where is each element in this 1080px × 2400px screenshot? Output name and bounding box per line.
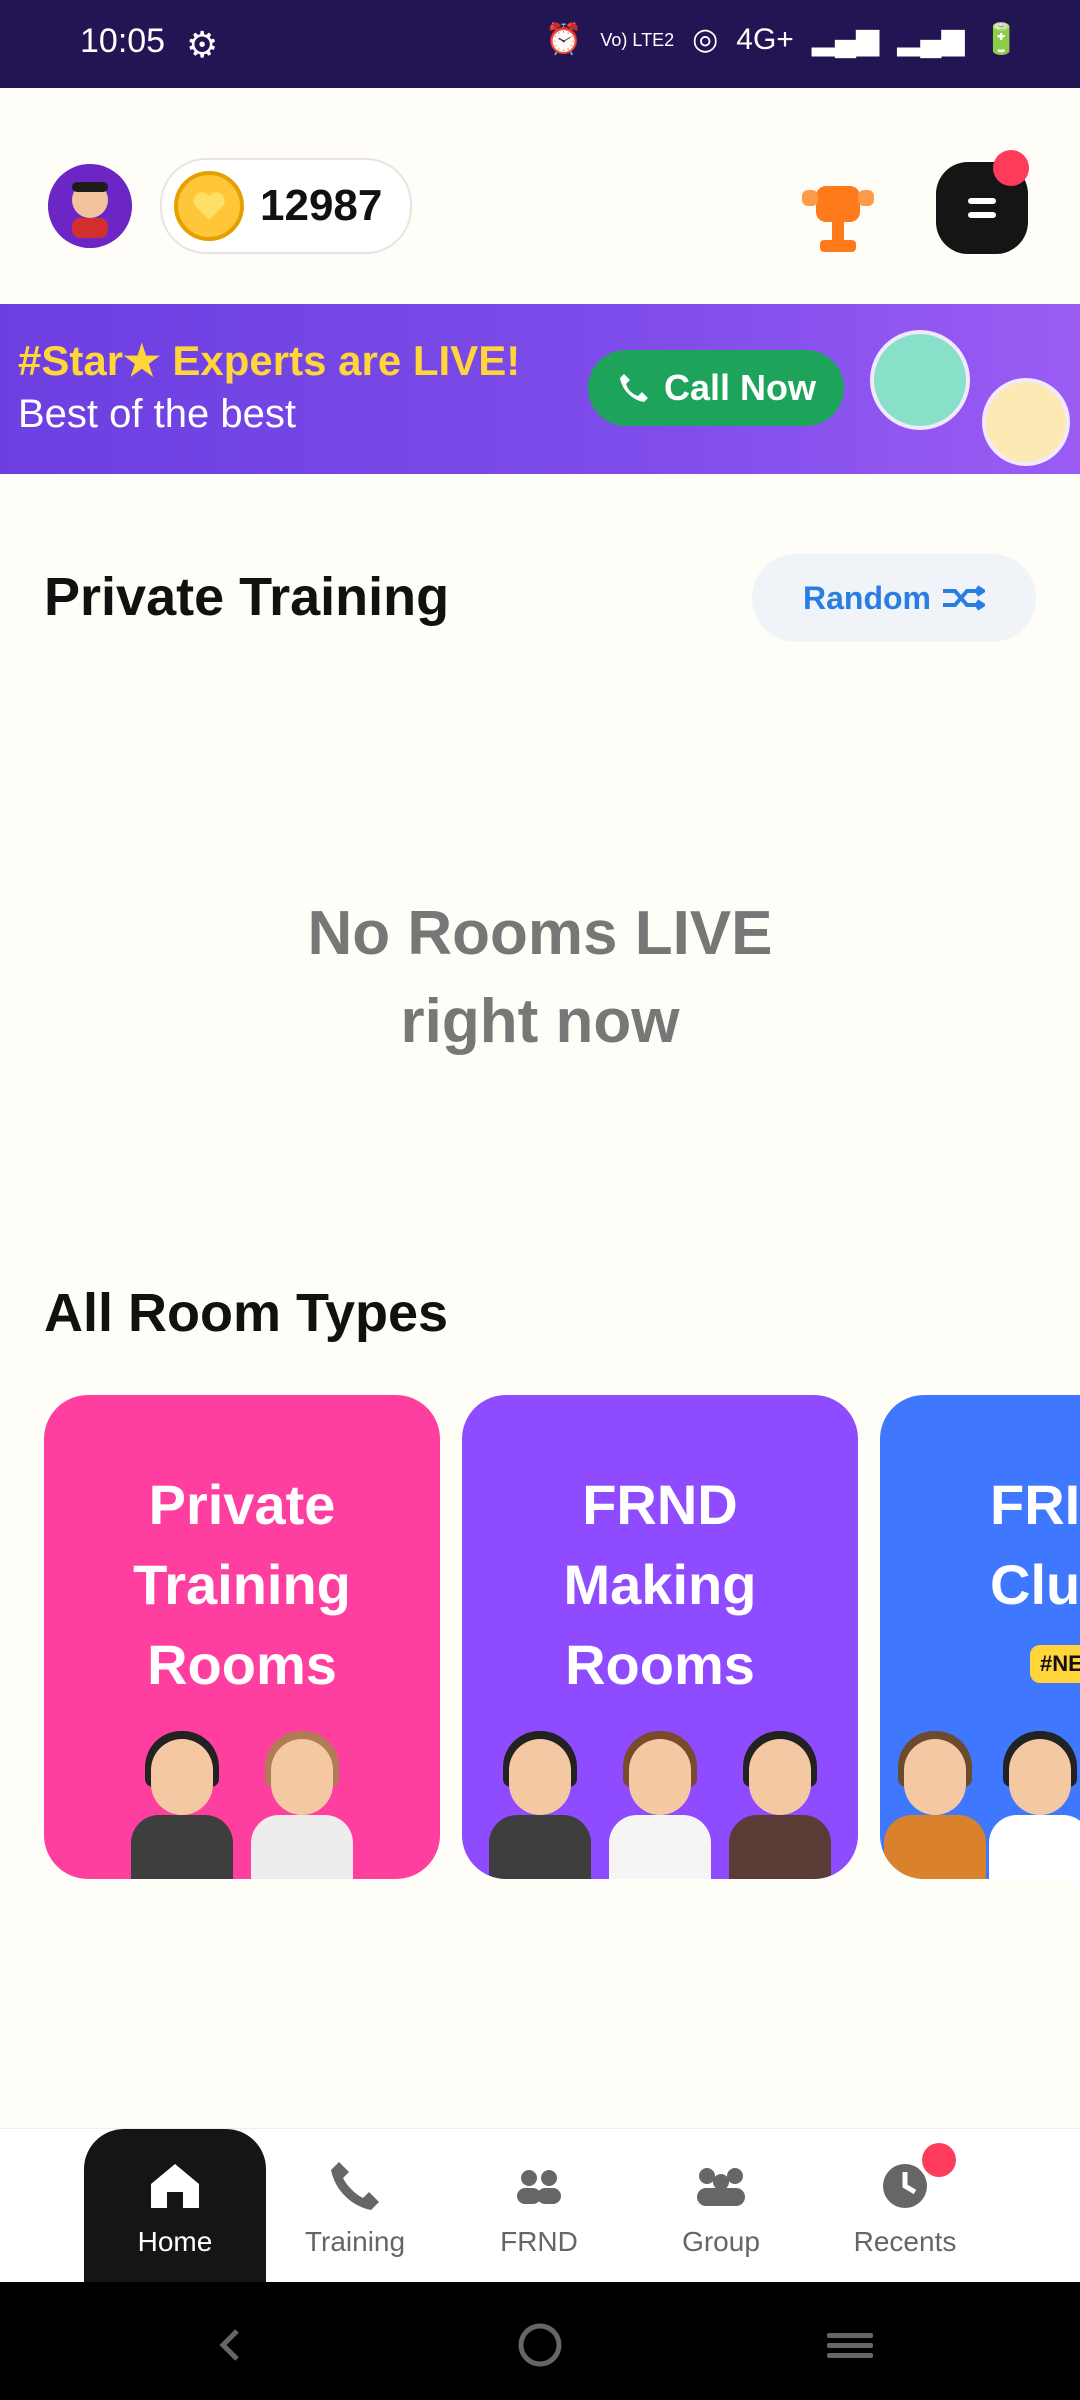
- status-icons: ⏰ Vo) LTE2 ◎ 4G+ ▂▄▆ ▂▄▆ 🔋: [545, 22, 1020, 57]
- battery-icon: 🔋: [982, 23, 1020, 56]
- nav-training[interactable]: Training: [280, 2129, 430, 2283]
- system-navigation: [0, 2282, 1080, 2400]
- status-time: 10:05: [80, 22, 166, 60]
- signal-icon-2: ▂▄▆: [897, 23, 965, 56]
- group-icon: [689, 2154, 753, 2218]
- room-card-frnd-club[interactable]: FRI Clu #NE: [880, 1395, 1080, 1879]
- expert-avatar: [870, 330, 970, 430]
- settings-icon: ⚙: [186, 24, 219, 65]
- recents-notification-dot: [922, 2143, 956, 2177]
- nav-group-label: Group: [682, 2226, 760, 2257]
- card-title: FRI Clu: [990, 1473, 1080, 1616]
- empty-line2: right now: [400, 987, 680, 1056]
- nav-home[interactable]: Home: [84, 2129, 266, 2283]
- friends-icon: [507, 2154, 571, 2218]
- nav-home-label: Home: [137, 2226, 213, 2257]
- nav-recents[interactable]: Recents: [830, 2129, 980, 2283]
- card-title: Private Training Rooms: [133, 1473, 351, 1696]
- notification-dot: [993, 150, 1029, 186]
- room-card-frnd-making[interactable]: FRND Making Rooms: [462, 1395, 858, 1879]
- new-tag: #NE: [1030, 1645, 1080, 1683]
- hotspot-icon: ◎: [692, 23, 719, 56]
- status-bar: 10:05 ⚙ ⏰ Vo) LTE2 ◎ 4G+ ▂▄▆ ▂▄▆ 🔋: [0, 0, 1080, 88]
- menu-icon: [968, 198, 996, 218]
- nav-recents-label: Recents: [853, 2226, 957, 2257]
- random-label: Random: [803, 579, 931, 616]
- banner-subtitle: Best of the best: [18, 392, 296, 436]
- alarm-icon: ⏰: [545, 23, 583, 56]
- empty-state: No Rooms LIVE right now: [0, 890, 1080, 1066]
- user-avatar-icon: [48, 164, 132, 248]
- card-illustration: [44, 1689, 440, 1879]
- volte-badge: Vo) LTE2: [600, 29, 675, 50]
- network-label: 4G+: [736, 22, 794, 56]
- call-now-label: Call Now: [663, 367, 816, 408]
- empty-line1: No Rooms LIVE: [307, 899, 773, 968]
- experts-banner[interactable]: #Star★ Experts are LIVE! Best of the bes…: [0, 304, 1080, 474]
- all-room-types-title: All Room Types: [44, 1283, 449, 1343]
- top-header: 12987: [0, 88, 1080, 304]
- heart-icon: [193, 192, 225, 220]
- random-button[interactable]: Random: [752, 554, 1036, 642]
- phone-icon: [323, 2154, 387, 2218]
- banner-title: #Star★ Experts are LIVE!: [18, 337, 521, 384]
- bottom-navigation: Home Training FRND Group Recents: [0, 2128, 1080, 2283]
- private-training-title: Private Training: [44, 567, 450, 627]
- phone-icon: [619, 374, 648, 402]
- coin-count: 12987: [260, 181, 383, 230]
- nav-frnd[interactable]: FRND: [464, 2129, 614, 2283]
- nav-training-label: Training: [304, 2226, 406, 2257]
- signal-icon: ▂▄▆: [811, 23, 880, 56]
- room-card-private-training[interactable]: Private Training Rooms: [44, 1395, 440, 1879]
- card-illustration: [880, 1689, 1080, 1879]
- call-now-button[interactable]: Call Now: [588, 350, 844, 426]
- home-system-icon[interactable]: [505, 2310, 575, 2380]
- coin-icon: [174, 171, 244, 241]
- trophy-icon[interactable]: [798, 176, 878, 266]
- card-title: FRND Making Rooms: [563, 1473, 757, 1696]
- recent-apps-icon[interactable]: [815, 2310, 885, 2380]
- shuffle-icon: [943, 585, 985, 611]
- home-icon: [143, 2154, 207, 2218]
- nav-frnd-label: FRND: [500, 2226, 578, 2257]
- back-icon[interactable]: [196, 2310, 266, 2380]
- card-illustration: [462, 1689, 858, 1879]
- expert-avatar-2: [982, 378, 1070, 466]
- coin-balance[interactable]: 12987: [160, 158, 412, 254]
- avatar[interactable]: [48, 164, 132, 248]
- nav-group[interactable]: Group: [646, 2129, 796, 2283]
